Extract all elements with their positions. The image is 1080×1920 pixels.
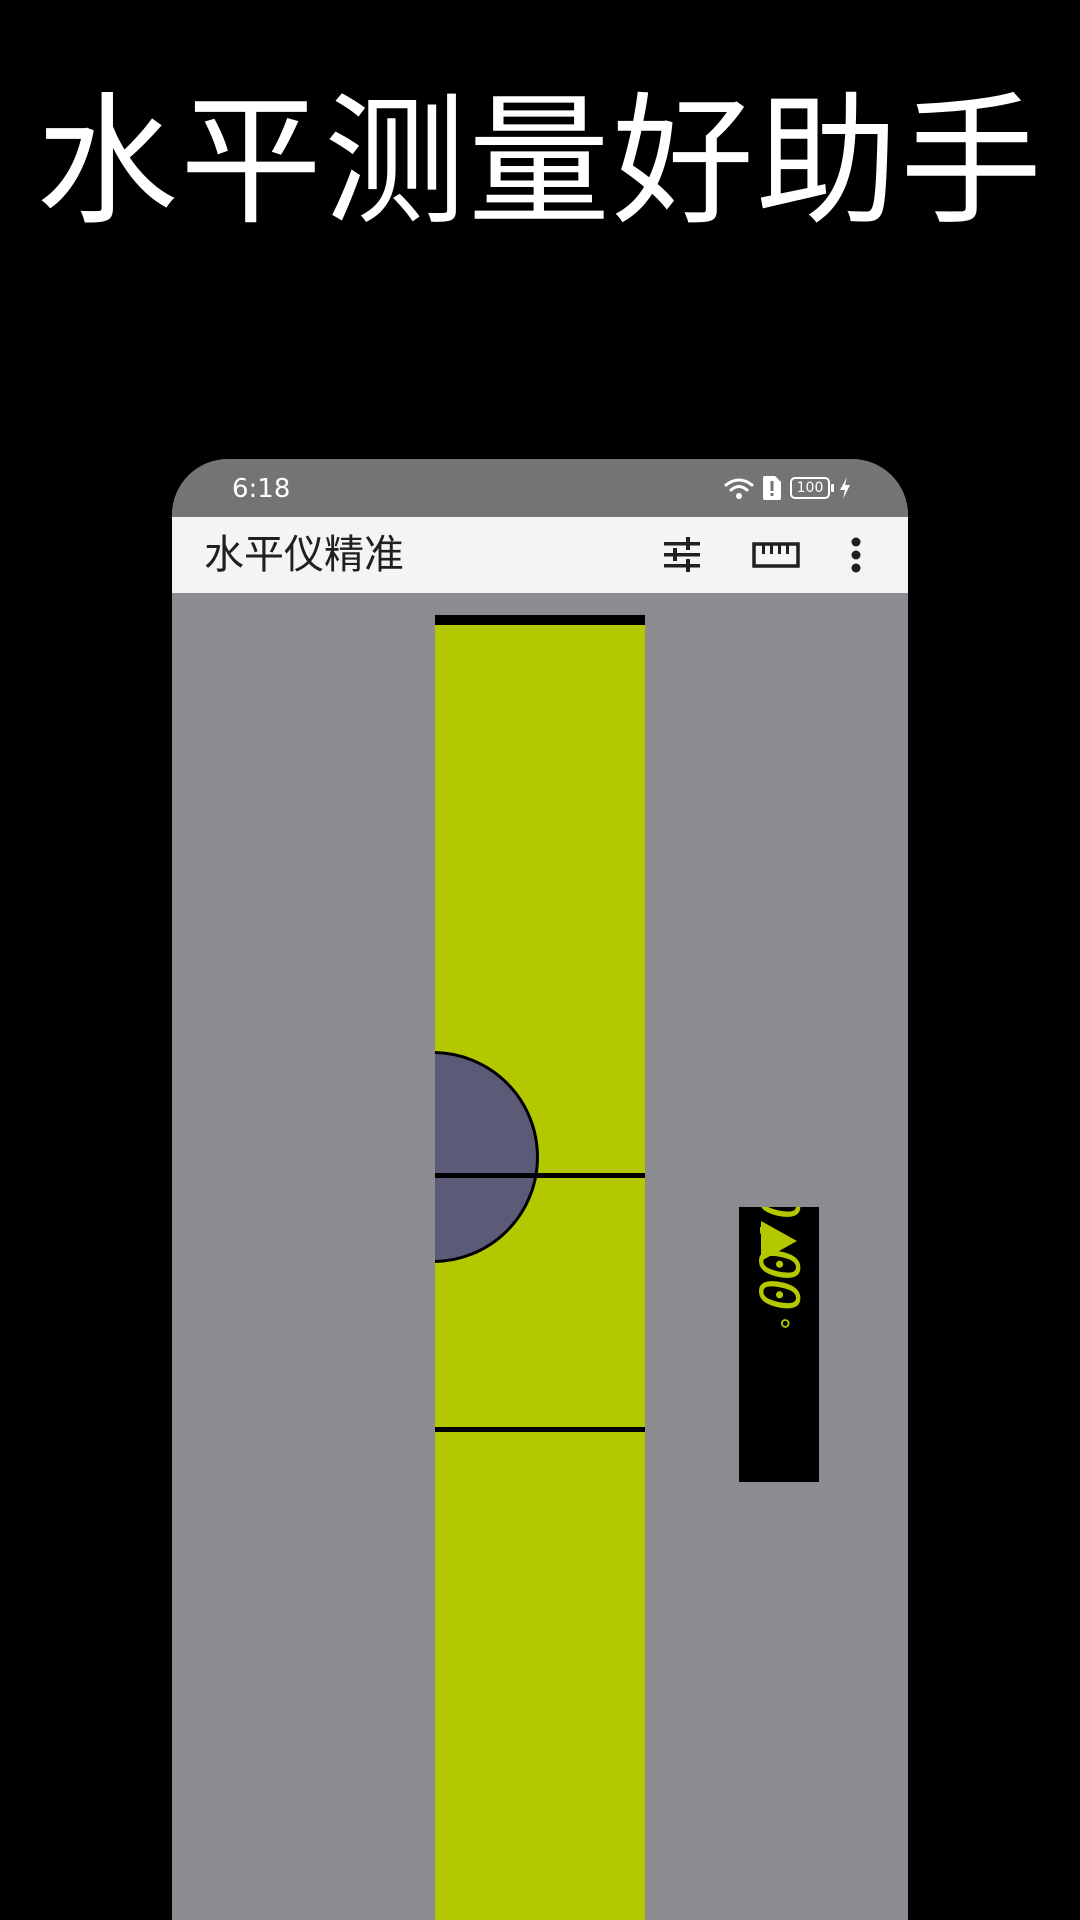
ruler-button[interactable] [750,531,802,579]
degree-symbol: ° [762,1315,796,1332]
promo-title: 水平测量好助手 [36,80,1044,245]
ruler-icon [752,542,800,568]
play-icon[interactable] [761,1221,797,1261]
app-title: 水平仪精准 [204,532,404,578]
battery-icon: 100 [790,477,834,499]
phone-screen: 6:18 100 水平仪精准 0.00 ° [172,459,908,1920]
battery-level: 100 [796,480,824,496]
wifi-icon [724,478,754,499]
promo-screen: 水平测量好助手 6:18 100 水平仪精准 0.00 ° [0,0,1080,1920]
level-bubble [435,1051,539,1263]
sliders-icon [664,537,700,572]
status-icons: 100 [724,473,852,503]
tube-top-cap [435,615,645,625]
level-tube [435,615,645,1920]
charging-icon [840,477,850,499]
app-bar: 水平仪精准 [172,517,908,593]
status-bar: 6:18 100 [172,459,908,517]
status-time: 6:18 [232,474,291,504]
settings-button[interactable] [656,531,708,579]
angle-readout[interactable]: 0.00 ° [739,1207,819,1482]
notification-icon [763,476,781,500]
tube-center-line-bottom [435,1427,645,1432]
more-options-button[interactable] [836,531,876,579]
tube-center-line-top [435,1173,645,1178]
more-vert-icon [851,537,861,573]
